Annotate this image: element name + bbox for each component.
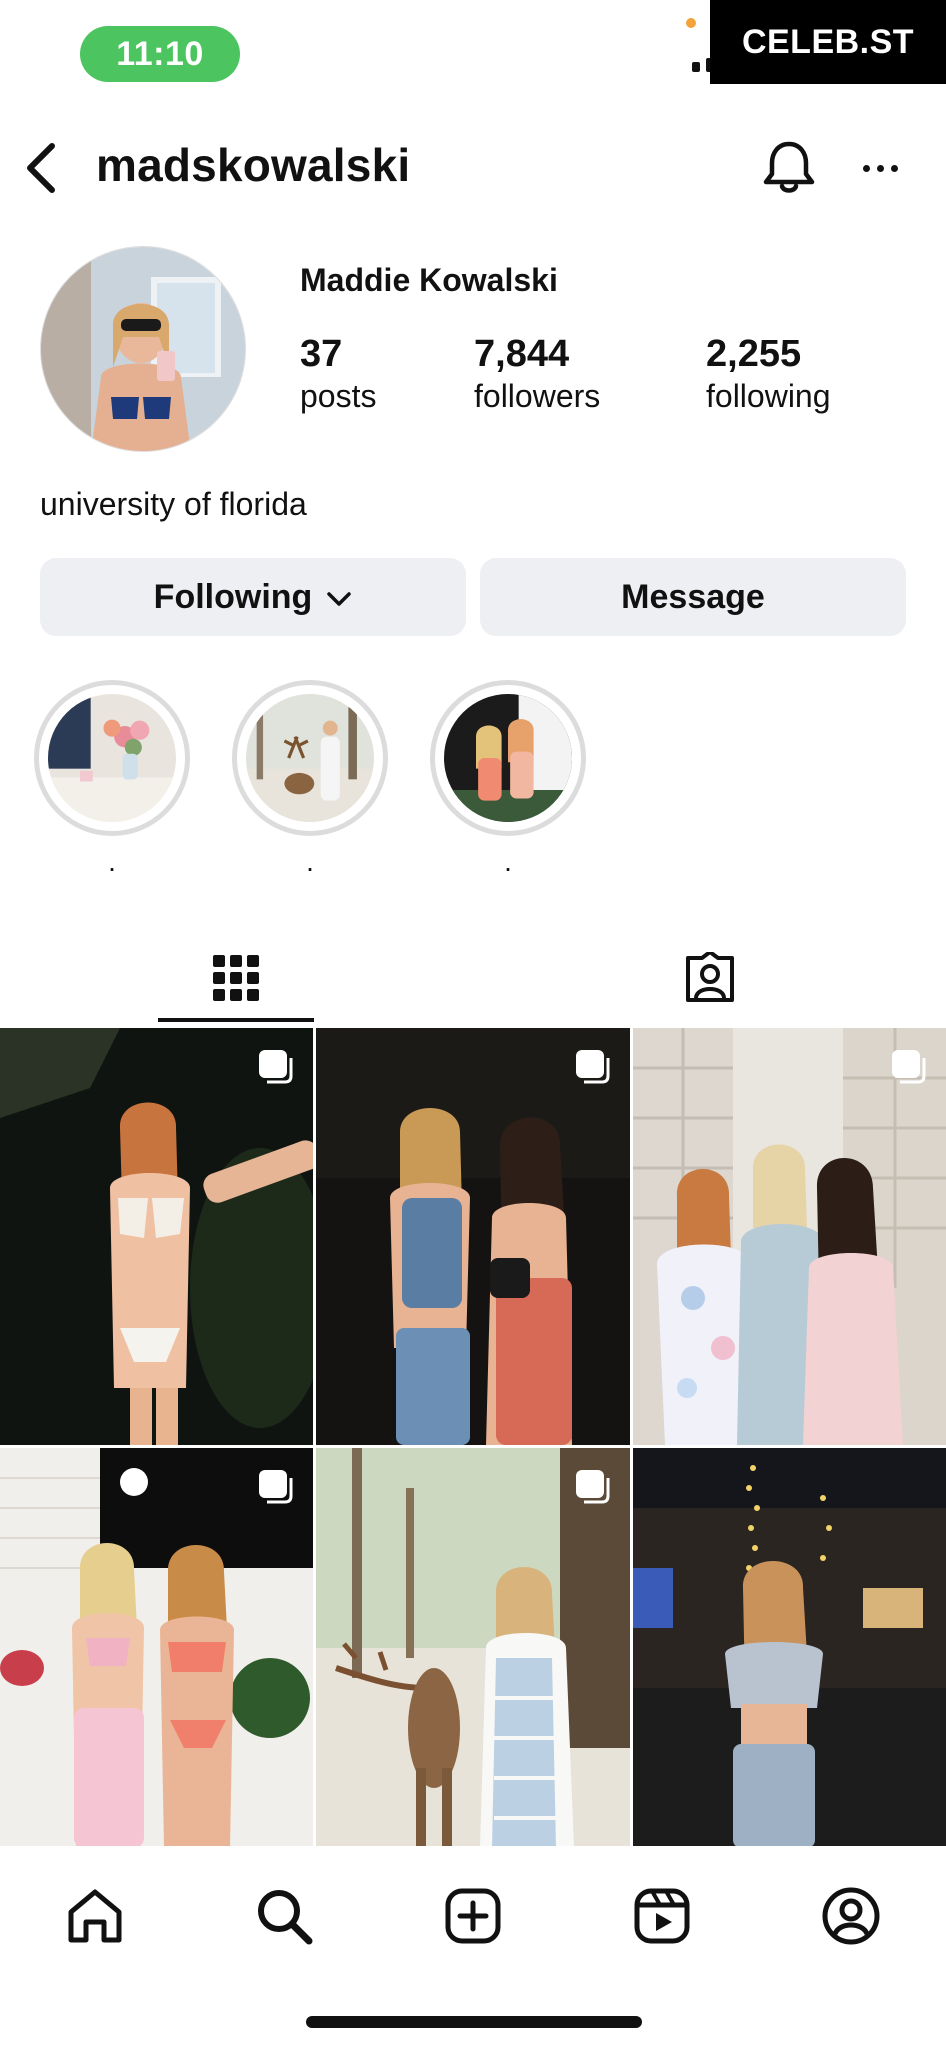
multiple-photos-icon [576,1470,610,1504]
post-thumbnail[interactable] [316,1448,630,1848]
avatar[interactable] [40,246,246,452]
message-button[interactable]: Message [480,558,906,636]
bio-text: university of florida [40,486,307,522]
highlight-cover [444,694,572,822]
display-name: Maddie Kowalski [300,262,558,298]
following-button[interactable]: Following [40,558,466,636]
message-button-label: Message [621,577,765,616]
profile-header: madskowalski [0,128,946,208]
followers-label: followers [474,378,601,414]
active-tab-indicator [158,1018,314,1022]
stat-posts[interactable]: 37 posts [300,332,376,416]
tab-tagged[interactable] [632,930,788,1026]
multiple-photos-icon [259,1470,293,1504]
home-icon [68,1889,122,1943]
status-time: 11:10 [80,26,240,82]
highlight-cover [48,694,176,822]
back-icon[interactable] [16,140,66,196]
nav-home[interactable] [55,1876,135,1956]
post-thumbnail[interactable] [316,1028,630,1445]
posts-grid [0,1028,946,1848]
posts-count: 37 [300,333,343,375]
profile-icon [822,1887,880,1945]
chevron-down-icon [326,578,352,617]
following-count: 2,255 [706,333,802,375]
highlight-label: . [108,846,116,877]
nav-profile[interactable] [811,1876,891,1956]
stat-following[interactable]: 2,255 following [706,332,831,416]
multiple-photos-icon [892,1050,926,1084]
status-bar: 11:10 CELEB.ST [0,0,946,110]
post-thumbnail[interactable] [0,1448,313,1848]
post-thumbnail[interactable] [633,1448,946,1848]
create-icon [445,1888,501,1944]
post-thumbnail[interactable] [633,1028,946,1445]
multiple-photos-icon [576,1050,610,1084]
home-indicator [306,2016,642,2028]
following-label: following [706,378,831,414]
nav-create[interactable] [433,1876,513,1956]
search-icon [257,1890,313,1945]
post-thumbnail[interactable] [0,1028,313,1445]
more-options-icon[interactable] [850,136,910,200]
tab-posts-grid[interactable] [158,930,314,1026]
watermark-logo: CELEB.ST [710,0,946,84]
grid-icon [213,955,259,1001]
posts-label: posts [300,378,377,414]
following-button-label: Following [153,577,313,616]
highlight-label: . [306,846,314,877]
tagged-icon [686,952,734,1002]
nav-search[interactable] [244,1876,324,1956]
story-highlight[interactable]: . [34,680,190,877]
nav-reels[interactable] [622,1876,702,1956]
bottom-nav [0,1846,946,1986]
profile-username: madskowalski [96,139,411,191]
bell-icon[interactable] [758,136,820,200]
reels-icon [634,1888,690,1944]
privacy-indicator [686,18,696,28]
followers-count: 7,844 [474,333,570,375]
highlight-label: . [504,846,512,877]
stat-followers[interactable]: 7,844 followers [474,332,600,416]
story-highlight[interactable]: . [232,680,388,877]
story-highlight[interactable]: . [430,680,586,877]
multiple-photos-icon [259,1050,293,1084]
highlight-cover [246,694,374,822]
